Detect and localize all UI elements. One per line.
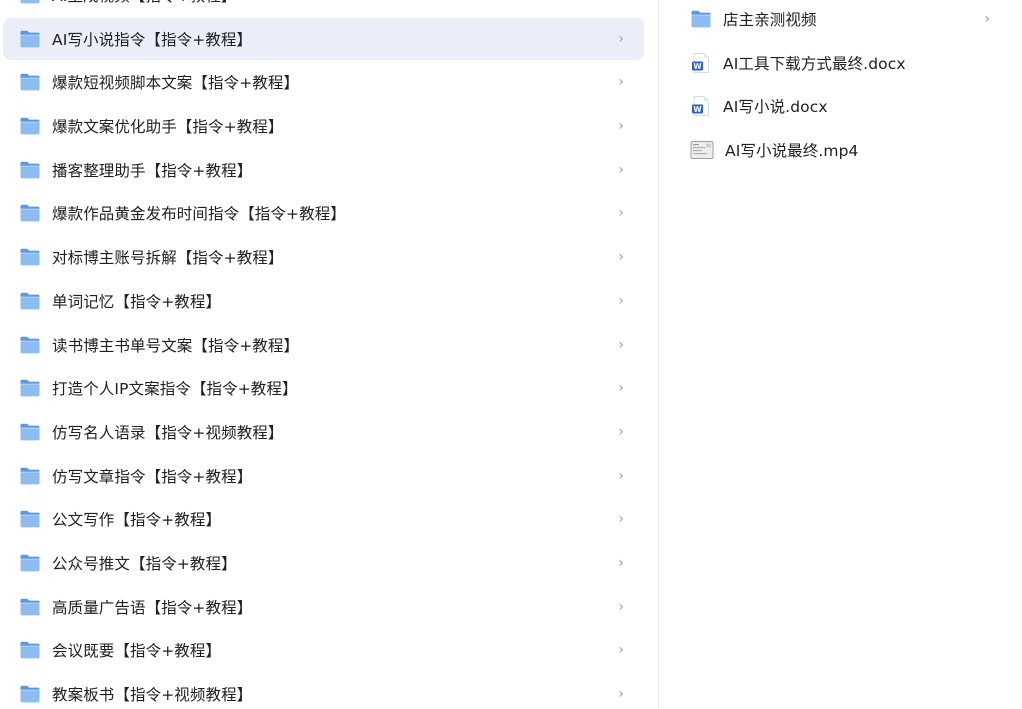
- chevron-right-icon: ›: [618, 423, 624, 440]
- folder-row[interactable]: 播客整理助手【指令+教程】 ›: [3, 149, 644, 191]
- folder-icon: [19, 378, 41, 398]
- chevron-right-icon: ›: [618, 686, 624, 702]
- folder-name: 爆款短视频脚本文案【指令+教程】: [52, 74, 300, 93]
- folder-row[interactable]: 单词记忆【指令+教程】 ›: [3, 280, 644, 322]
- chevron-right-icon: ›: [618, 467, 624, 484]
- folder-icon: [19, 116, 41, 136]
- chevron-right-icon: ›: [618, 0, 624, 2]
- file-row[interactable]: AI写小说最终.mp4: [672, 129, 1006, 171]
- word-doc-icon: W: [690, 52, 712, 74]
- folder-name: 公众号推文【指令+教程】: [52, 554, 237, 573]
- chevron-right-icon: ›: [618, 161, 624, 178]
- chevron-right-icon: ›: [618, 118, 624, 135]
- folder-icon: [19, 0, 41, 5]
- folder-name: 公文写作【指令+教程】: [52, 511, 222, 530]
- folder-icon: [690, 9, 712, 29]
- folder-row[interactable]: AI生成视频【指令+教程】 ›: [3, 0, 644, 16]
- folder-name: 爆款文案优化助手【指令+教程】: [52, 118, 284, 137]
- folder-name: 单词记忆【指令+教程】: [52, 292, 222, 311]
- folder-contents-pane: 店主亲测视频 › W AI工具下载方式最终.docx W AI写小说.docx A…: [672, 0, 1012, 709]
- svg-text:W: W: [693, 105, 702, 114]
- folder-row[interactable]: 爆款短视频脚本文案【指令+教程】 ›: [3, 61, 644, 103]
- svg-text:W: W: [693, 61, 702, 70]
- folder-icon: [19, 640, 41, 660]
- chevron-right-icon: ›: [984, 11, 990, 27]
- folder-row[interactable]: 仿写名人语录【指令+视频教程】 ›: [3, 411, 644, 453]
- pane-divider: [658, 0, 659, 709]
- folder-icon: [19, 509, 41, 529]
- folder-row[interactable]: 打造个人IP文案指令【指令+教程】 ›: [3, 367, 644, 409]
- folder-row[interactable]: 会议既要【指令+教程】 ›: [3, 629, 644, 671]
- chevron-right-icon: ›: [618, 292, 624, 309]
- folder-name: 爆款作品黄金发布时间指令【指令+教程】: [52, 205, 346, 224]
- folder-name: AI生成视频【指令+教程】: [52, 0, 236, 6]
- word-doc-icon: W: [690, 95, 712, 117]
- folder-row[interactable]: 公文写作【指令+教程】 ›: [3, 498, 644, 540]
- chevron-right-icon: ›: [618, 336, 624, 353]
- folder-icon: [19, 72, 41, 92]
- folder-name: 播客整理助手【指令+教程】: [52, 161, 253, 180]
- file-browser: AI生成视频【指令+教程】 › AI写小说指令【指令+教程】 › 爆款短视频脚本文案…: [0, 0, 1022, 709]
- folder-icon: [19, 291, 41, 311]
- folder-icon: [19, 422, 41, 442]
- chevron-right-icon: ›: [618, 642, 624, 659]
- chevron-right-icon: ›: [618, 249, 624, 266]
- folder-row[interactable]: 仿写文章指令【指令+教程】 ›: [3, 455, 644, 497]
- folder-icon: [19, 684, 41, 704]
- folder-name: 店主亲测视频: [723, 11, 817, 29]
- folder-icon: [19, 160, 41, 180]
- folder-row[interactable]: 读书博主书单号文案【指令+教程】 ›: [3, 324, 644, 366]
- file-name: AI写小说最终.mp4: [725, 142, 859, 161]
- folder-name: 教案板书【指令+视频教程】: [52, 686, 253, 704]
- folder-list: AI生成视频【指令+教程】 › AI写小说指令【指令+教程】 › 爆款短视频脚本文案…: [0, 0, 658, 709]
- folder-row[interactable]: 爆款文案优化助手【指令+教程】 ›: [3, 105, 644, 147]
- chevron-right-icon: ›: [618, 554, 624, 571]
- folder-name: AI写小说指令【指令+教程】: [52, 30, 253, 49]
- folder-name: 读书博主书单号文案【指令+教程】: [52, 336, 300, 355]
- folder-icon: [19, 335, 41, 355]
- folder-name: 会议既要【指令+教程】: [52, 642, 222, 661]
- chevron-right-icon: ›: [618, 30, 624, 47]
- file-name: AI工具下载方式最终.docx: [723, 54, 906, 73]
- folder-icon: [19, 29, 41, 49]
- folder-list-pane: AI生成视频【指令+教程】 › AI写小说指令【指令+教程】 › 爆款短视频脚本文案…: [0, 0, 658, 709]
- folder-name: 打造个人IP文案指令【指令+教程】: [52, 380, 298, 399]
- folder-icon: [19, 466, 41, 486]
- file-row[interactable]: W AI工具下载方式最终.docx: [672, 42, 1006, 84]
- folder-icon: [19, 203, 41, 223]
- folder-contents-list: 店主亲测视频 › W AI工具下载方式最终.docx W AI写小说.docx A…: [672, 0, 1012, 171]
- chevron-right-icon: ›: [618, 511, 624, 528]
- folder-row[interactable]: 公众号推文【指令+教程】 ›: [3, 542, 644, 584]
- video-file-icon: [690, 140, 714, 160]
- folder-row-selected[interactable]: AI写小说指令【指令+教程】 ›: [3, 17, 644, 60]
- folder-row[interactable]: 高质量广告语【指令+教程】 ›: [3, 586, 644, 628]
- folder-icon: [19, 597, 41, 617]
- folder-name: 仿写名人语录【指令+视频教程】: [52, 423, 284, 442]
- folder-icon: [19, 553, 41, 573]
- chevron-right-icon: ›: [618, 74, 624, 91]
- chevron-right-icon: ›: [618, 380, 624, 397]
- file-row[interactable]: W AI写小说.docx: [672, 85, 1006, 127]
- folder-name: 对标博主账号拆解【指令+教程】: [52, 249, 284, 268]
- folder-name: 高质量广告语【指令+教程】: [52, 598, 253, 617]
- file-name: AI写小说.docx: [723, 98, 828, 117]
- folder-row[interactable]: 爆款作品黄金发布时间指令【指令+教程】 ›: [3, 192, 644, 234]
- chevron-right-icon: ›: [618, 205, 624, 222]
- chevron-right-icon: ›: [618, 598, 624, 615]
- folder-row[interactable]: 教案板书【指令+视频教程】 ›: [3, 673, 644, 709]
- folder-row[interactable]: 对标博主账号拆解【指令+教程】 ›: [3, 236, 644, 278]
- folder-row[interactable]: 店主亲测视频 ›: [672, 0, 1006, 40]
- folder-icon: [19, 247, 41, 267]
- folder-name: 仿写文章指令【指令+教程】: [52, 467, 253, 486]
